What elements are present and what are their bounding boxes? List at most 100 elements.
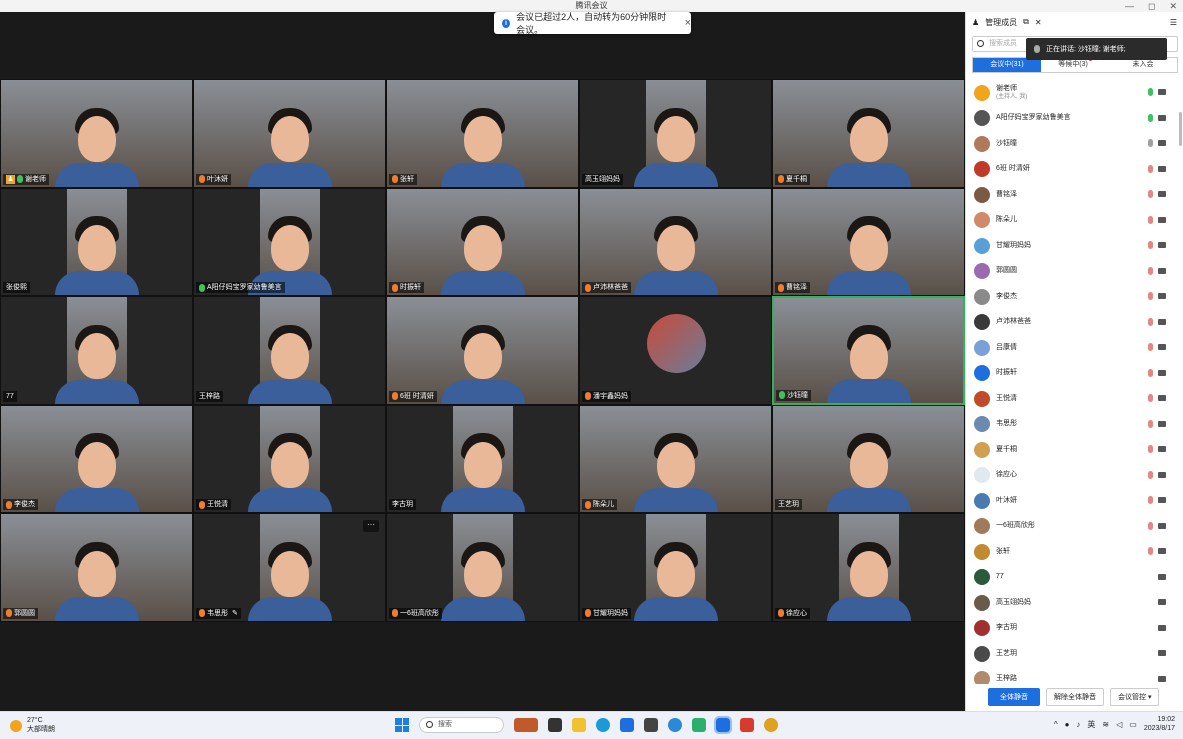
video-tile[interactable]: 夏千桐	[772, 79, 965, 188]
tab-in-meeting[interactable]: 会议中(31)	[973, 58, 1041, 72]
video-tile[interactable]: 郭圆圆	[0, 513, 193, 622]
camera-icon[interactable]	[1158, 650, 1166, 656]
mic-muted-icon[interactable]	[1148, 445, 1153, 453]
notice-close-button[interactable]: ×	[685, 17, 691, 29]
mic-icon[interactable]	[1148, 139, 1153, 147]
video-tile[interactable]: 张俊熙	[0, 187, 193, 297]
member-row[interactable]: 王悦清	[966, 386, 1178, 412]
camera-icon[interactable]	[1158, 216, 1166, 223]
camera-icon[interactable]	[1158, 624, 1166, 631]
camera-icon[interactable]	[1158, 369, 1166, 376]
mic-muted-icon[interactable]	[1148, 419, 1153, 428]
video-tile[interactable]: 陈朵儿	[579, 404, 772, 514]
video-tile[interactable]: 韦思彤 ✎ ···	[193, 513, 386, 622]
menu-icon[interactable]: ☰	[1170, 18, 1177, 27]
tab-waiting[interactable]: 等候中(3)	[1041, 58, 1109, 72]
start-icon[interactable]	[395, 718, 409, 732]
close-panel-icon[interactable]: ✕	[1035, 18, 1042, 27]
camera-icon[interactable]	[1158, 497, 1166, 503]
mail-icon[interactable]	[692, 718, 706, 732]
mic-muted-icon[interactable]	[1148, 521, 1153, 530]
mic-muted-icon[interactable]	[1148, 470, 1153, 479]
camera-icon[interactable]	[1158, 395, 1166, 401]
mic-muted-icon[interactable]	[1148, 190, 1153, 198]
video-tile[interactable]: 77	[0, 296, 193, 405]
camera-icon[interactable]	[1158, 165, 1166, 172]
camera-icon[interactable]	[1158, 471, 1166, 478]
member-row[interactable]: 李古玥	[966, 616, 1178, 642]
video-tile[interactable]: 一6班高欣彤	[386, 513, 579, 622]
video-tile[interactable]: 甘耀玥妈妈	[579, 513, 772, 622]
mic-muted-icon[interactable]	[1148, 317, 1153, 326]
video-tile[interactable]: 潘宇鑫妈妈	[579, 296, 772, 405]
member-row[interactable]: 甘耀玥妈妈	[966, 233, 1178, 259]
member-row[interactable]: 王艺玥	[966, 641, 1178, 667]
camera-icon[interactable]	[1158, 318, 1166, 325]
mic-muted-icon[interactable]	[1148, 292, 1153, 300]
video-tile[interactable]: 张轩	[386, 79, 579, 188]
popout-icon[interactable]: ⧉	[1023, 17, 1029, 27]
maximize-button[interactable]: ◻	[1148, 0, 1155, 12]
camera-icon[interactable]	[1158, 242, 1166, 248]
member-row[interactable]: 时振轩	[966, 361, 1178, 387]
mic-muted-icon[interactable]	[1148, 394, 1153, 402]
member-row[interactable]: 李俊杰	[966, 284, 1178, 310]
member-row[interactable]: 吕康倩	[966, 335, 1178, 361]
mic-muted-icon[interactable]	[1148, 215, 1153, 224]
camera-icon[interactable]	[1158, 548, 1166, 554]
rename-icon[interactable]: ✎	[232, 608, 238, 619]
minimize-button[interactable]: —	[1125, 0, 1134, 12]
video-tile[interactable]: 叶沐妍	[193, 79, 386, 188]
clock[interactable]: 19:02 2023/8/17	[1144, 715, 1175, 733]
member-row[interactable]: 谢老师 (主持人, 我)	[966, 80, 1178, 106]
member-row[interactable]: A阳仔妈宝罗家幼鲁美言	[966, 106, 1178, 132]
video-tile[interactable]: 徐应心	[772, 513, 965, 622]
browser-icon[interactable]	[668, 718, 682, 732]
video-tile[interactable]: 王艺玥	[772, 404, 965, 514]
video-tile[interactable]: 高玉翊妈妈	[579, 79, 772, 188]
mic-tray-icon[interactable]: ♪	[1076, 720, 1080, 729]
app-icon-dark[interactable]	[644, 718, 658, 732]
member-row[interactable]: 曹铭泽	[966, 182, 1178, 208]
volume-icon[interactable]: ◁	[1116, 720, 1122, 729]
video-tile[interactable]: A阳仔妈宝罗家幼鲁美言	[193, 187, 386, 297]
member-row[interactable]: 韦思彤	[966, 412, 1178, 438]
video-tile[interactable]: 李古玥	[386, 404, 579, 514]
camera-icon[interactable]	[1158, 89, 1166, 95]
mic-muted-icon[interactable]	[1148, 368, 1153, 377]
camera-icon[interactable]	[1158, 140, 1166, 146]
video-tile[interactable]: 时振轩	[386, 187, 579, 297]
member-row[interactable]: 77	[966, 565, 1178, 591]
file-explorer-icon[interactable]	[572, 718, 586, 732]
camera-icon[interactable]	[1158, 573, 1166, 580]
tencent-meeting-app-icon[interactable]	[714, 716, 732, 734]
member-row[interactable]: 陈朵儿	[966, 208, 1178, 234]
video-tile[interactable]: 6班 时清妍	[386, 296, 579, 405]
video-tile[interactable]: 曹铭泽	[772, 187, 965, 297]
camera-icon[interactable]	[1158, 191, 1166, 197]
task-view-icon[interactable]	[548, 718, 562, 732]
mute-all-button[interactable]: 全体静音	[988, 687, 1040, 706]
close-button[interactable]: ✕	[1169, 0, 1177, 12]
camera-icon[interactable]	[1158, 344, 1166, 350]
weather-widget[interactable]: 27°C 大部晴朗	[10, 717, 55, 734]
store-icon[interactable]	[620, 718, 634, 732]
mic-muted-icon[interactable]	[1148, 343, 1153, 351]
mic-muted-icon[interactable]	[1148, 266, 1153, 275]
member-row[interactable]: 6班 时清妍	[966, 157, 1178, 183]
video-tile[interactable]: 王梓路	[193, 296, 386, 405]
mic-icon[interactable]	[1148, 88, 1153, 96]
camera-icon[interactable]	[1158, 599, 1166, 605]
edge-icon[interactable]	[596, 718, 610, 732]
camera-icon[interactable]	[1158, 420, 1166, 427]
qq-icon[interactable]	[764, 718, 778, 732]
mic-icon[interactable]	[1148, 113, 1153, 122]
security-icon[interactable]: ●	[1065, 720, 1070, 729]
video-tile[interactable]: 李俊杰	[0, 404, 193, 514]
camera-icon[interactable]	[1158, 293, 1166, 299]
mic-muted-icon[interactable]	[1148, 241, 1153, 249]
camera-icon[interactable]	[1158, 675, 1166, 682]
tab-not-joined[interactable]: 未入会	[1109, 58, 1177, 72]
member-row[interactable]: 张轩	[966, 539, 1178, 565]
video-tile[interactable]: 王悦清	[193, 404, 386, 514]
